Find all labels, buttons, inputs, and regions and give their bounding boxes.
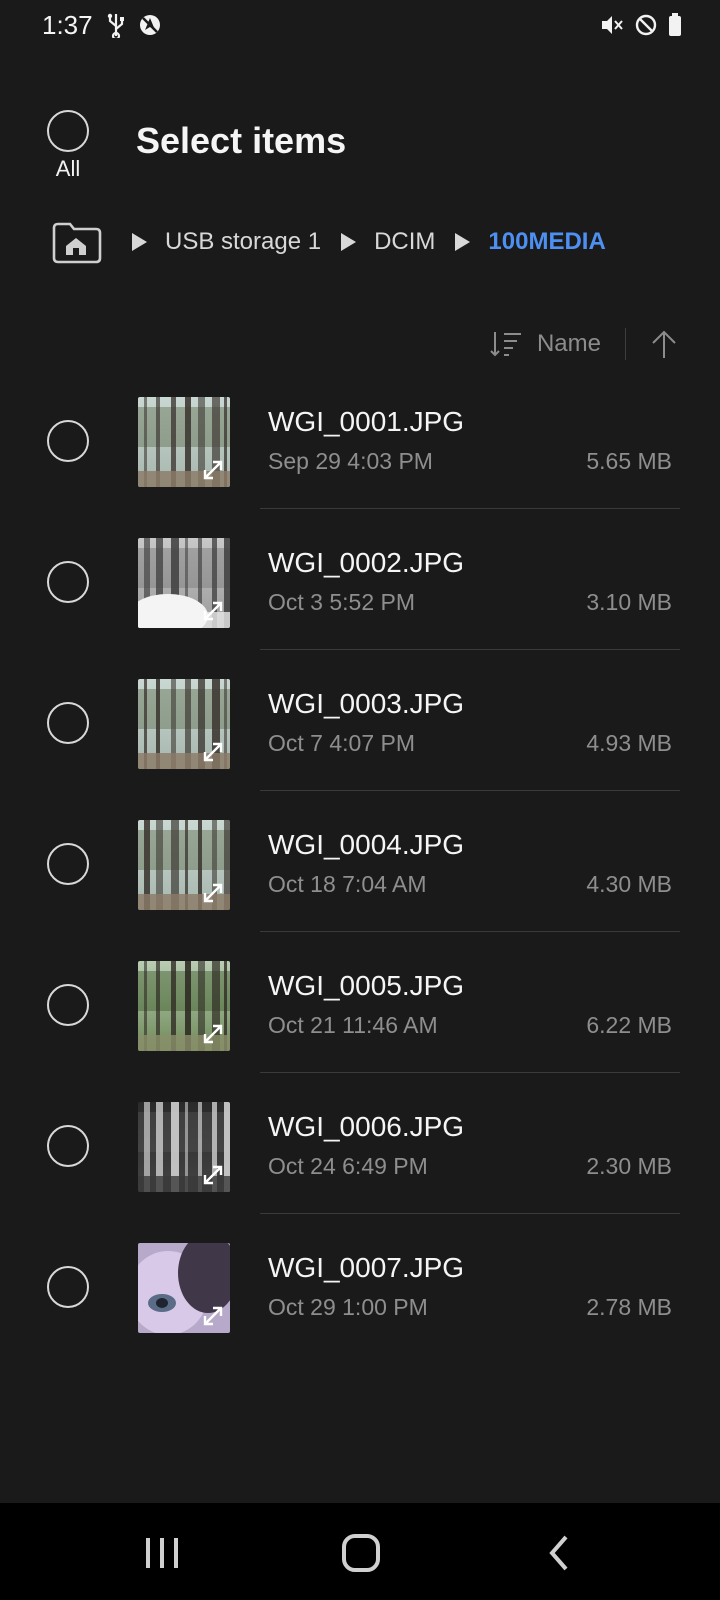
- file-date: Oct 21 11:46 AM: [268, 1012, 438, 1038]
- file-row[interactable]: WGI_0007.JPG Oct 29 1:00 PM 2.78 MB: [0, 1236, 720, 1377]
- file-size: 2.78 MB: [586, 1294, 672, 1320]
- breadcrumb: USB storage 1 DCIM 100MEDIA: [0, 218, 720, 268]
- expand-preview-icon[interactable]: [199, 1302, 227, 1330]
- file-size: 2.30 MB: [586, 1153, 672, 1179]
- file-select-checkbox[interactable]: [47, 1125, 89, 1167]
- battery-icon: [669, 13, 681, 36]
- file-list: WGI_0001.JPG Sep 29 4:03 PM 5.65 MB WGI_…: [0, 390, 720, 1377]
- file-thumbnail[interactable]: [138, 961, 230, 1051]
- do-not-disturb-icon: [635, 14, 657, 36]
- file-date: Oct 7 4:07 PM: [268, 730, 416, 756]
- row-divider: [260, 1072, 680, 1073]
- file-select-checkbox[interactable]: [47, 561, 89, 603]
- select-all-toggle[interactable]: All: [44, 110, 92, 190]
- recent-apps-icon[interactable]: [140, 1533, 184, 1573]
- back-icon[interactable]: [540, 1533, 584, 1573]
- sort-divider: [625, 328, 626, 360]
- home-icon[interactable]: [340, 1533, 384, 1573]
- sort-by-name-button[interactable]: Name: [537, 330, 601, 358]
- file-size: 5.65 MB: [586, 448, 672, 474]
- expand-preview-icon[interactable]: [199, 1020, 227, 1048]
- file-thumbnail[interactable]: [138, 679, 230, 769]
- row-divider: [260, 1213, 680, 1214]
- row-divider: [260, 931, 680, 932]
- row-divider: [260, 508, 680, 509]
- file-date: Oct 24 6:49 PM: [268, 1153, 428, 1179]
- select-all-label: All: [55, 156, 81, 181]
- no-location-icon: [140, 15, 160, 35]
- file-name: WGI_0004.JPG: [268, 829, 465, 860]
- file-name: WGI_0002.JPG: [268, 547, 465, 578]
- file-select-checkbox[interactable]: [47, 843, 89, 885]
- row-divider: [260, 649, 680, 650]
- file-select-checkbox[interactable]: [47, 420, 89, 462]
- breadcrumb-arrow-icon: [132, 233, 147, 251]
- breadcrumb-dcim[interactable]: DCIM: [374, 228, 435, 256]
- usb-icon: [107, 13, 124, 38]
- file-name: WGI_0001.JPG: [268, 406, 465, 437]
- file-thumbnail[interactable]: [138, 1102, 230, 1192]
- file-date: Sep 29 4:03 PM: [268, 448, 433, 474]
- row-divider: [260, 790, 680, 791]
- page-title: Select items: [136, 120, 347, 161]
- sort-ascending-arrow-icon[interactable]: [650, 328, 678, 360]
- file-row[interactable]: WGI_0004.JPG Oct 18 7:04 AM 4.30 MB: [0, 813, 720, 954]
- file-row[interactable]: WGI_0003.JPG Oct 7 4:07 PM 4.93 MB: [0, 672, 720, 813]
- file-name: WGI_0003.JPG: [268, 688, 465, 719]
- file-name: WGI_0006.JPG: [268, 1111, 465, 1142]
- file-select-checkbox[interactable]: [47, 1266, 89, 1308]
- file-thumbnail[interactable]: [138, 397, 230, 487]
- file-thumbnail[interactable]: [138, 1243, 230, 1333]
- status-bar: 1:37: [0, 0, 720, 52]
- file-name: WGI_0005.JPG: [268, 970, 465, 1001]
- file-size: 6.22 MB: [586, 1012, 672, 1038]
- expand-preview-icon[interactable]: [199, 1161, 227, 1189]
- breadcrumb-arrow-icon: [341, 233, 357, 251]
- file-date: Oct 18 7:04 AM: [268, 871, 427, 897]
- file-select-checkbox[interactable]: [47, 702, 89, 744]
- file-thumbnail[interactable]: [138, 820, 230, 910]
- file-name: WGI_0007.JPG: [268, 1252, 465, 1283]
- file-row[interactable]: WGI_0002.JPG Oct 3 5:52 PM 3.10 MB: [0, 531, 720, 672]
- expand-preview-icon[interactable]: [199, 738, 227, 766]
- expand-preview-icon[interactable]: [199, 597, 227, 625]
- navigation-bar: [0, 1503, 720, 1600]
- status-time: 1:37: [42, 10, 93, 40]
- file-date: Oct 29 1:00 PM: [268, 1294, 428, 1320]
- file-size: 4.93 MB: [586, 730, 672, 756]
- file-row[interactable]: WGI_0006.JPG Oct 24 6:49 PM 2.30 MB: [0, 1095, 720, 1236]
- home-folder-icon[interactable]: [50, 220, 102, 266]
- sort-icon[interactable]: [489, 329, 523, 359]
- file-select-checkbox[interactable]: [47, 984, 89, 1026]
- breadcrumb-usb-storage[interactable]: USB storage 1: [165, 228, 321, 256]
- expand-preview-icon[interactable]: [199, 456, 227, 484]
- expand-preview-icon[interactable]: [199, 879, 227, 907]
- file-row[interactable]: WGI_0001.JPG Sep 29 4:03 PM 5.65 MB: [0, 390, 720, 531]
- select-all-checkbox[interactable]: [47, 110, 89, 152]
- mute-icon: [602, 16, 623, 34]
- file-size: 3.10 MB: [586, 589, 672, 615]
- breadcrumb-current-folder[interactable]: 100MEDIA: [488, 228, 605, 256]
- file-size: 4.30 MB: [586, 871, 672, 897]
- sort-bar: Name: [489, 322, 678, 366]
- breadcrumb-arrow-icon: [455, 233, 471, 251]
- file-row[interactable]: WGI_0005.JPG Oct 21 11:46 AM 6.22 MB: [0, 954, 720, 1095]
- selection-header: All Select items: [0, 100, 720, 190]
- file-date: Oct 3 5:52 PM: [268, 589, 416, 615]
- file-thumbnail[interactable]: [138, 538, 230, 628]
